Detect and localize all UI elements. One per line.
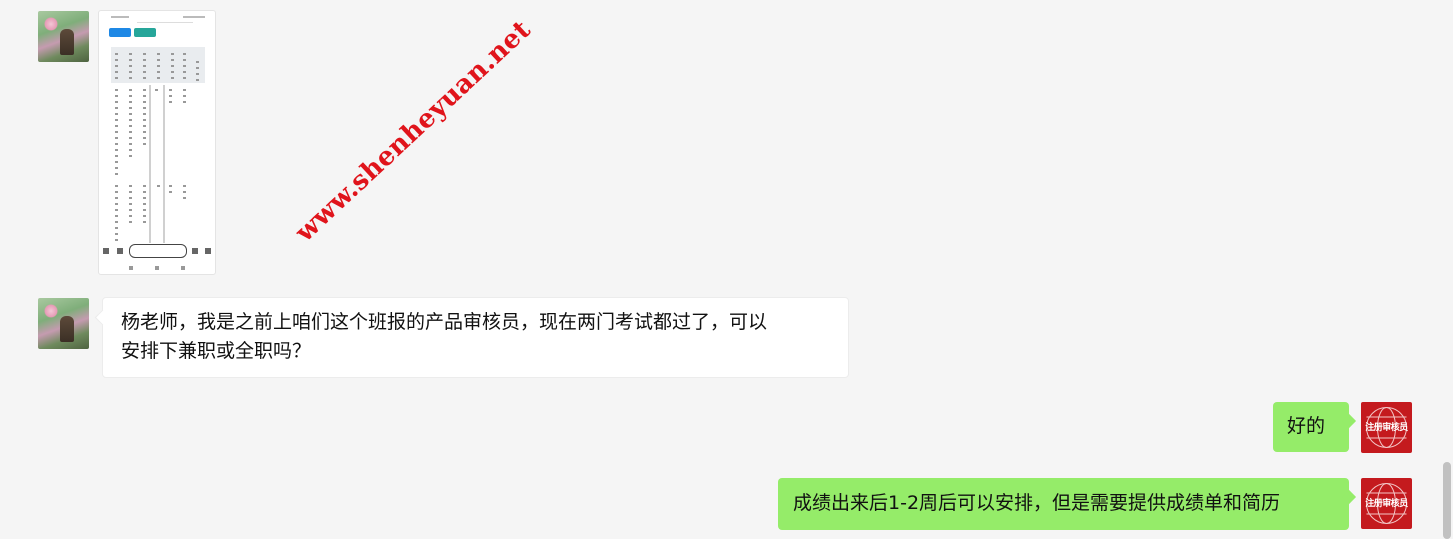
brand-avatar-text: 注册审核员 — [1365, 499, 1408, 509]
watermark: www.shenheyuan.net — [289, 14, 537, 248]
self-avatar[interactable]: 注册审核员 — [1361, 478, 1412, 529]
message-text: 好的 — [1287, 415, 1326, 437]
avatar-figure — [60, 316, 74, 342]
message-text-line-2: 安排下兼职或全职吗？ — [121, 340, 312, 362]
bubble-tail — [1341, 489, 1357, 505]
avatar-flower — [44, 304, 58, 318]
avatar-figure — [60, 29, 74, 55]
chat-scrollbar[interactable] — [1443, 462, 1451, 539]
sender-avatar[interactable] — [38, 298, 89, 349]
outgoing-message-bubble[interactable]: 成绩出来后1-2周后可以安排，但是需要提供成绩单和简历 — [778, 478, 1357, 530]
message-text-line-1: 杨老师，我是之前上咱们这个班报的产品审核员，现在两门考试都过了，可以 — [121, 311, 768, 333]
brand-avatar-text: 注册审核员 — [1365, 423, 1408, 433]
message-text: 成绩出来后1-2周后可以安排，但是需要提供成绩单和简历 — [793, 492, 1281, 514]
image-message-thumbnail[interactable] — [98, 10, 216, 275]
self-avatar[interactable]: 注册审核员 — [1361, 402, 1412, 453]
sender-avatar[interactable] — [38, 11, 89, 62]
bubble-tail — [94, 309, 111, 326]
outgoing-message-bubble[interactable]: 好的 — [1273, 402, 1357, 452]
avatar-flower — [44, 17, 58, 31]
incoming-message-bubble[interactable]: 杨老师，我是之前上咱们这个班报的产品审核员，现在两门考试都过了，可以 安排下兼职… — [94, 297, 849, 378]
bubble-tail — [1341, 413, 1357, 429]
